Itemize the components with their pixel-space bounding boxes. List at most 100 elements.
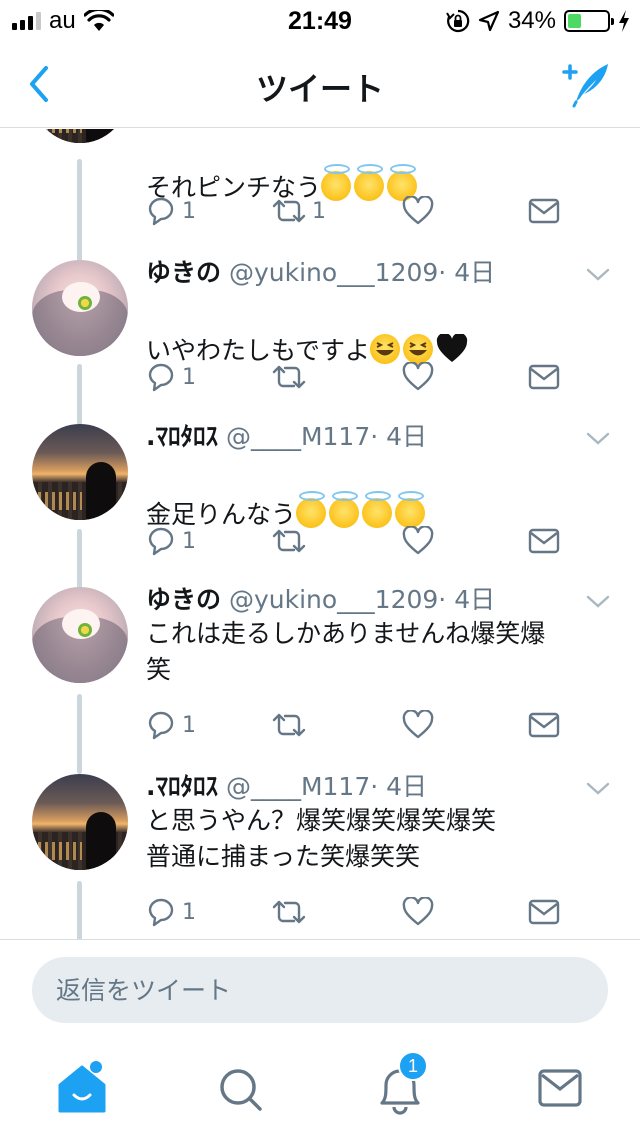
envelope-icon bbox=[538, 1069, 582, 1107]
tweet-header: .ﾏﾛﾀﾛｽ @____M117· 4日 bbox=[146, 421, 427, 453]
direct-message-button[interactable] bbox=[528, 194, 560, 228]
reply-bar bbox=[0, 939, 640, 1037]
direct-message-button[interactable] bbox=[528, 360, 560, 394]
tweet-header: ゆきの @yukino___1209· 4日 bbox=[146, 584, 495, 616]
direct-message-button[interactable] bbox=[528, 708, 560, 742]
envelope-icon bbox=[528, 899, 560, 925]
reply-button[interactable]: 1 bbox=[146, 524, 196, 558]
reply-count: 1 bbox=[182, 528, 196, 554]
status-bar: au 21:49 34% bbox=[0, 0, 640, 40]
search-icon bbox=[220, 1069, 262, 1111]
tweet-thread: それピンチなう 1 1 ゆきの @yukino___1209· 4日 いやわたし… bbox=[0, 129, 640, 939]
user-handle[interactable]: @yukino___1209 bbox=[229, 258, 438, 287]
reply-count: 1 bbox=[182, 899, 196, 925]
tweet-time: · 4日 bbox=[438, 585, 496, 614]
chevron-down-icon[interactable] bbox=[586, 781, 610, 797]
avatar[interactable] bbox=[32, 774, 128, 870]
chevron-down-icon[interactable] bbox=[586, 267, 610, 283]
display-name[interactable]: ゆきの bbox=[146, 258, 221, 287]
like-button[interactable] bbox=[402, 360, 434, 394]
tab-search[interactable] bbox=[210, 1061, 270, 1117]
user-handle[interactable]: @____M117 bbox=[226, 422, 370, 451]
tweet-time: · 4日 bbox=[438, 258, 496, 287]
chevron-down-icon[interactable] bbox=[586, 431, 610, 447]
reply-icon bbox=[148, 197, 174, 226]
tweet[interactable]: .ﾏﾛﾀﾛｽ @____M117· 4日 と思うやん？爆笑爆笑爆笑爆笑 普通に捕… bbox=[0, 771, 640, 939]
tweet-header: ゆきの @yukino___1209· 4日 bbox=[146, 257, 495, 289]
retweet-button[interactable] bbox=[270, 708, 312, 742]
reply-icon bbox=[148, 898, 174, 927]
charging-bolt-icon bbox=[619, 10, 629, 32]
direct-message-button[interactable] bbox=[528, 524, 560, 558]
tweet-actions: 1 bbox=[146, 895, 586, 929]
heart-icon bbox=[402, 196, 434, 225]
reply-input[interactable] bbox=[32, 957, 608, 1023]
retweet-icon bbox=[272, 529, 306, 553]
display-name[interactable]: ゆきの bbox=[146, 585, 221, 614]
like-button[interactable] bbox=[402, 708, 434, 742]
tab-messages[interactable] bbox=[530, 1061, 590, 1117]
tweet[interactable]: ゆきの @yukino___1209· 4日 これは走るしかありませんね爆笑爆 … bbox=[0, 584, 640, 774]
retweet-button[interactable] bbox=[270, 524, 312, 558]
tweet-text: と思うやん？爆笑爆笑爆笑爆笑 普通に捕まった笑爆笑笑 bbox=[146, 806, 497, 871]
like-button[interactable] bbox=[402, 194, 434, 228]
home-icon bbox=[58, 1061, 106, 1113]
notification-badge: 1 bbox=[398, 1051, 428, 1081]
like-button[interactable] bbox=[402, 524, 434, 558]
reply-button[interactable]: 1 bbox=[146, 708, 196, 742]
reply-icon bbox=[148, 363, 174, 392]
avatar[interactable] bbox=[32, 260, 128, 356]
user-handle[interactable]: @yukino___1209 bbox=[229, 585, 438, 614]
reply-count: 1 bbox=[182, 364, 196, 390]
avatar[interactable] bbox=[32, 424, 128, 520]
tweet-text: 金足りんなう bbox=[146, 461, 606, 533]
battery-icon bbox=[564, 10, 614, 32]
heart-icon bbox=[402, 362, 434, 391]
heart-icon bbox=[402, 526, 434, 555]
retweet-button[interactable]: 1 bbox=[270, 194, 326, 228]
reply-count: 1 bbox=[182, 198, 196, 224]
reply-button[interactable]: 1 bbox=[146, 194, 196, 228]
reply-button[interactable]: 1 bbox=[146, 360, 196, 394]
tweet-text: いやわたしもですよ bbox=[146, 297, 606, 369]
reply-icon bbox=[148, 711, 174, 740]
retweet-icon bbox=[272, 365, 306, 389]
nav-bar: ツイート bbox=[0, 40, 640, 128]
tweet[interactable]: それピンチなう 1 1 bbox=[0, 129, 640, 254]
tweet-text: これは走るしかありませんね爆笑爆 笑 bbox=[146, 619, 546, 684]
avatar[interactable] bbox=[32, 587, 128, 683]
reply-button[interactable]: 1 bbox=[146, 895, 196, 929]
like-button[interactable] bbox=[402, 895, 434, 929]
compose-tweet-icon[interactable] bbox=[558, 58, 614, 108]
retweet-icon bbox=[272, 713, 306, 737]
user-handle[interactable]: @____M117 bbox=[226, 772, 370, 801]
tweet-actions: 1 bbox=[146, 708, 586, 742]
envelope-icon bbox=[528, 364, 560, 390]
avatar[interactable] bbox=[32, 129, 128, 143]
reply-count: 1 bbox=[182, 712, 196, 738]
display-name[interactable]: .ﾏﾛﾀﾛｽ bbox=[146, 422, 218, 451]
tab-home[interactable] bbox=[52, 1061, 112, 1117]
tweet[interactable]: .ﾏﾛﾀﾛｽ @____M117· 4日 金足りんなう 1 bbox=[0, 421, 640, 581]
retweet-button[interactable] bbox=[270, 895, 312, 929]
location-arrow-icon bbox=[478, 10, 500, 32]
tweet-actions: 1 bbox=[146, 524, 586, 558]
orientation-lock-icon bbox=[446, 9, 470, 33]
envelope-icon bbox=[528, 712, 560, 738]
chevron-down-icon[interactable] bbox=[586, 594, 610, 610]
tweet[interactable]: ゆきの @yukino___1209· 4日 いやわたしもですよ 1 bbox=[0, 257, 640, 417]
envelope-icon bbox=[528, 528, 560, 554]
envelope-icon bbox=[528, 198, 560, 224]
retweet-count: 1 bbox=[312, 198, 326, 224]
page-title: ツイート bbox=[255, 70, 384, 108]
display-name[interactable]: .ﾏﾛﾀﾛｽ bbox=[146, 772, 218, 801]
status-right: 34% bbox=[446, 7, 630, 34]
tweet-header: .ﾏﾛﾀﾛｽ @____M117· 4日 bbox=[146, 771, 427, 803]
tab-notifications[interactable]: 1 bbox=[370, 1051, 430, 1117]
heart-icon bbox=[402, 710, 434, 739]
tweet-time: · 4日 bbox=[370, 772, 428, 801]
direct-message-button[interactable] bbox=[528, 895, 560, 929]
tab-bar: 1 bbox=[0, 1037, 640, 1136]
retweet-icon bbox=[272, 900, 306, 924]
retweet-button[interactable] bbox=[270, 360, 312, 394]
